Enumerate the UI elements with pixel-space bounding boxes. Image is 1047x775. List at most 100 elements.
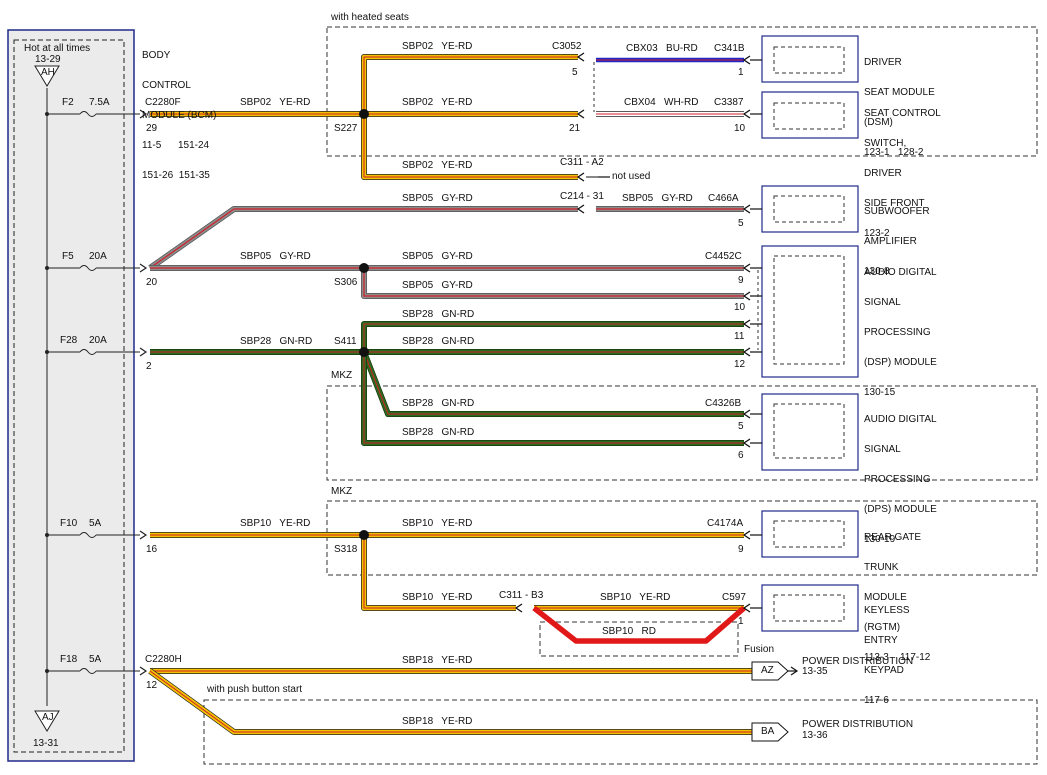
fuse-f10-pin: 16: [146, 544, 158, 555]
wire-label-sbp02-b: SBP02 YE-RD: [402, 41, 473, 52]
fuse-f18-name: F18: [60, 654, 78, 665]
fuse-f18-pin: 12: [146, 680, 158, 691]
subwoofer-line-2: AMPLIFIER: [864, 236, 917, 247]
connector-c4174a: C4174A: [707, 518, 744, 529]
power-tag-ba: BA: [761, 726, 775, 737]
bcm-title-line-5: 151-26 151-35: [142, 170, 210, 181]
connector-c4452c: C4452C: [705, 251, 742, 262]
wire-label-sbp28-a: SBP28 GN-RD: [402, 309, 475, 320]
option-heated-seats: with heated seats: [331, 12, 409, 23]
dsp1-line-1: AUDIO DIGITAL: [864, 267, 937, 278]
keypad-line-1: KEYLESS: [864, 605, 910, 616]
connector-c214-31: C214 - 31: [560, 191, 604, 202]
dsp2-line-2: SIGNAL: [864, 444, 901, 455]
dsm-line-1: DRIVER: [864, 57, 902, 68]
bcm-title-line-3: MODULE (BCM): [142, 110, 217, 121]
pin-c3052-5: 5: [572, 67, 578, 78]
bcm-title-line-1: BODY: [142, 50, 171, 61]
subwoofer-line-1: SUBWOOFER: [864, 206, 930, 217]
wire-label-sbp28-b: SBP28 GN-RD: [240, 336, 313, 347]
pin-c4326b-5: 5: [738, 421, 744, 432]
pin-c4452c-12: 12: [734, 359, 746, 370]
fuse-f5-rating: 20A: [89, 251, 107, 262]
wire-label-sbp10-rd: SBP10 RD: [602, 626, 656, 637]
dsp1-line-4: (DSP) MODULE: [864, 357, 937, 368]
fuse-f2-rating: 7.5A: [89, 97, 110, 108]
wire-label-sbp02-a: SBP02 YE-RD: [240, 97, 311, 108]
bottom-tag: AJ: [42, 712, 54, 723]
connector-c597: C597: [722, 592, 746, 603]
hot-at-all-times: Hot at all times: [24, 43, 91, 54]
wire-label-sbp05-c: SBP05 GY-RD: [240, 251, 311, 262]
wire-label-sbp10-d: SBP10 YE-RD: [600, 592, 671, 603]
pin-c4174a-9: 9: [738, 544, 744, 555]
option-push-button: with push button start: [207, 684, 303, 695]
bottom-ref: 13-31: [33, 738, 59, 749]
rgtm-line-1: REAR GATE: [864, 532, 922, 543]
keypad-line-3: KEYPAD: [864, 665, 904, 676]
wire-label-sbp05-d: SBP05 GY-RD: [402, 251, 473, 262]
pin-c466a-5: 5: [738, 218, 744, 229]
connector-c3387: C3387: [714, 97, 744, 108]
wire-label-sbp05-a: SBP05 GY-RD: [402, 193, 473, 204]
seat-switch-line-3: DRIVER: [864, 168, 902, 179]
fuse-f5-name: F5: [62, 251, 74, 262]
fuse-f28-rating: 20A: [89, 335, 107, 346]
keypad-line-2: ENTRY: [864, 635, 898, 646]
bcm-output-arrows: [139, 109, 148, 676]
wire-label-sbp02-d: SBP02 YE-RD: [402, 160, 473, 171]
bcm-title-line-2: CONTROL: [142, 80, 191, 91]
wire-label-sbp28-e: SBP28 GN-RD: [402, 427, 475, 438]
wire-label-cbx03: CBX03 BU-RD: [626, 43, 698, 54]
pin-c3387-10: 10: [734, 123, 746, 134]
bcm-title-line-4: 11-5 151-24: [142, 140, 210, 151]
wire-label-sbp05-e: SBP05 GY-RD: [402, 280, 473, 291]
fuse-f28-pin: 2: [146, 361, 152, 372]
bcm-fuse-panel: [7, 29, 135, 762]
fuse-f5-pin: 20: [146, 277, 158, 288]
splice-s306: S306: [334, 277, 358, 288]
wire-label-sbp02-c: SBP02 YE-RD: [402, 97, 473, 108]
seat-switch-line-1: SEAT CONTROL: [864, 108, 941, 119]
option-fusion: Fusion: [744, 644, 775, 655]
pin-c4452c-11: 11: [734, 331, 745, 342]
dsp1-line-3: PROCESSING: [864, 327, 931, 338]
wire-label-sbp18-a: SBP18 YE-RD: [402, 655, 473, 666]
pin-c4326b-6: 6: [738, 450, 744, 461]
fuse-f18-connector: C2280H: [145, 654, 182, 665]
wire-label-sbp05-b: SBP05 GY-RD: [622, 193, 693, 204]
wire-label-sbp10-c: SBP10 YE-RD: [402, 592, 473, 603]
wire-label-sbp18-b: SBP18 YE-RD: [402, 716, 473, 727]
wire-label-sbp28-d: SBP28 GN-RD: [402, 398, 475, 409]
wire-label-cbx04: CBX04 WH-RD: [624, 97, 699, 108]
splice-s318: S318: [334, 544, 358, 555]
seat-switch-line-2: SWITCH,: [864, 138, 907, 149]
power-label-ba: POWER DISTRIBUTION: [802, 719, 914, 730]
pin-21: 21: [569, 123, 581, 134]
fuse-f2-connector: C2280F: [145, 97, 181, 108]
connector-c466a: C466A: [708, 193, 739, 204]
dsp2-line-3: PROCESSING: [864, 474, 931, 485]
power-tag-az: AZ: [761, 665, 774, 676]
connector-c311-a2: C311 - A2: [560, 157, 604, 168]
fuse-f2-pin: 29: [146, 123, 158, 134]
pin-c4452c-10: 10: [734, 302, 746, 313]
fuse-f10-name: F10: [60, 518, 78, 529]
option-mkz-1: MKZ: [331, 370, 353, 381]
rgtm-line-2: TRUNK: [864, 562, 899, 573]
fuse-f28-name: F28: [60, 335, 78, 346]
keypad-line-4: 117-6: [864, 695, 889, 706]
fuse-f2-name: F2: [62, 97, 74, 108]
power-ref-az: 13-35: [802, 666, 828, 677]
top-tag: AH: [41, 67, 55, 78]
connector-c341b: C341B: [714, 43, 745, 54]
bcm-title: BODY CONTROL MODULE (BCM) 11-5 151-24 15…: [142, 31, 216, 191]
wires: [148, 54, 752, 735]
power-ref-ba: 13-36: [802, 730, 828, 741]
module-boxes: [761, 35, 859, 632]
connector-c3052: C3052: [552, 41, 582, 52]
hot-ref: 13-29: [35, 54, 61, 65]
connector-c4326b: C4326B: [705, 398, 742, 409]
fuse-f18-rating: 5A: [89, 654, 102, 665]
module-dsp1-label: AUDIO DIGITAL SIGNAL PROCESSING (DSP) MO…: [864, 248, 937, 408]
